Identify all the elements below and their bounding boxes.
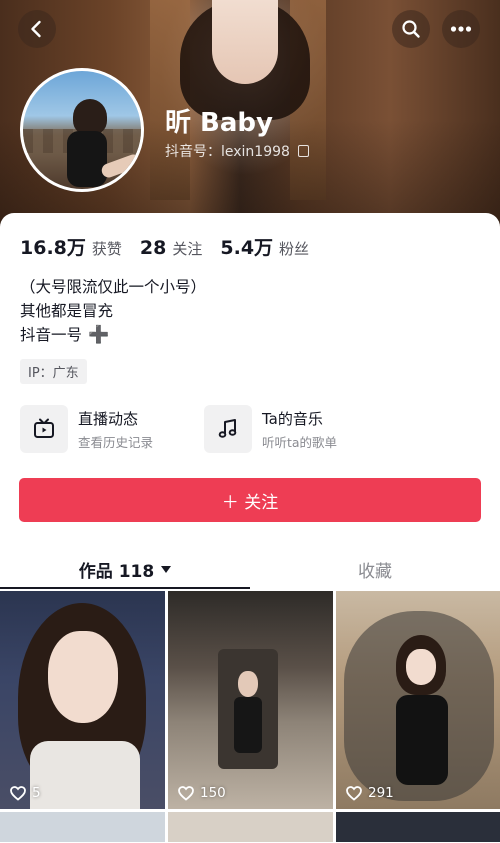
video-thumb-4[interactable] <box>0 812 165 842</box>
tab-active-indicator <box>0 587 250 589</box>
video-thumb-1[interactable]: 5 <box>0 591 165 809</box>
profile-handle[interactable]: 抖音号：lexin1998 <box>165 141 309 161</box>
video-thumb-3[interactable]: 291 <box>336 591 500 809</box>
tab-favorites[interactable]: 收藏 <box>250 548 500 590</box>
video-2-like-count: 150 <box>200 785 226 801</box>
heart-icon <box>10 785 26 801</box>
thumb-1-body <box>30 741 140 809</box>
stat-following-value: 28 <box>139 237 167 259</box>
cover-face <box>212 0 278 84</box>
stat-likes[interactable]: 16.8万 获赞 <box>20 233 122 260</box>
card-live-subtitle: 查看历史记录 <box>78 434 154 450</box>
card-music-icon-box <box>204 405 252 453</box>
follow-button[interactable]: ＋ 关注 <box>19 478 481 522</box>
card-live-history[interactable]: 直播动态 查看历史记录 <box>20 405 204 453</box>
video-3-likes: 291 <box>346 785 394 801</box>
feature-cards: 直播动态 查看历史记录 Ta的音乐 听听ta的歌单 <box>20 405 490 453</box>
avatar[interactable] <box>20 68 144 192</box>
thumb-2-body <box>234 697 262 753</box>
plus-emoji-icon: ➕ <box>88 325 110 345</box>
video-1-likes: 5 <box>10 785 41 801</box>
card-live-text: 直播动态 查看历史记录 <box>78 408 153 451</box>
more-icon <box>450 26 472 32</box>
search-button[interactable] <box>392 10 430 48</box>
search-icon <box>402 20 420 38</box>
card-live-title: 直播动态 <box>78 409 139 428</box>
bio-line-1: （大号限流仅此一个小号） <box>20 278 207 296</box>
stat-following-label: 关注 <box>172 240 203 258</box>
profile-bio: （大号限流仅此一个小号） 其他都是冒充 抖音一号 ➕ <box>20 275 206 347</box>
avatar-head <box>73 99 107 135</box>
bio-line-3-text: 抖音一号 <box>20 326 83 344</box>
video-2-likes: 150 <box>178 785 226 801</box>
card-music-text: Ta的音乐 听听ta的歌单 <box>262 408 337 451</box>
card-music-subtitle: 听听ta的歌单 <box>262 434 338 450</box>
more-button[interactable] <box>442 10 480 48</box>
content-tabs: 作品 118 收藏 <box>0 548 500 590</box>
tab-works[interactable]: 作品 118 <box>0 548 250 590</box>
video-thumb-5[interactable] <box>168 812 333 842</box>
stat-followers-label: 粉丝 <box>279 240 310 258</box>
heart-icon <box>178 785 194 801</box>
bio-line-2: 其他都是冒充 <box>20 302 114 320</box>
tv-icon <box>34 418 54 438</box>
stat-likes-value: 16.8万 <box>20 237 86 259</box>
card-music-title: Ta的音乐 <box>262 409 323 428</box>
thumb-2-face <box>238 671 258 697</box>
ip-tag: IP：广东 <box>20 359 87 384</box>
card-music[interactable]: Ta的音乐 听听ta的歌单 <box>204 405 388 453</box>
heart-icon <box>346 785 362 801</box>
stats-row: 16.8万 获赞 28 关注 5.4万 粉丝 <box>20 233 327 260</box>
chevron-left-icon <box>31 20 41 38</box>
video-thumb-6[interactable] <box>336 812 500 842</box>
stat-followers-value: 5.4万 <box>220 237 274 259</box>
handle-text: 抖音号：lexin1998 <box>165 144 290 160</box>
back-button[interactable] <box>18 10 56 48</box>
caret-down-icon <box>161 565 172 573</box>
video-3-like-count: 291 <box>368 785 394 801</box>
thumb-3-body <box>396 695 448 785</box>
video-1-like-count: 5 <box>32 785 41 801</box>
stat-followers[interactable]: 5.4万 粉丝 <box>220 233 309 260</box>
copy-icon[interactable] <box>297 145 309 157</box>
bio-line-3: 抖音一号 ➕ <box>20 323 206 347</box>
thumb-1-face <box>48 631 118 723</box>
thumb-3-face <box>406 649 436 685</box>
video-thumb-2[interactable]: 150 <box>168 591 333 809</box>
stat-following[interactable]: 28 关注 <box>140 237 202 259</box>
card-live-icon-box <box>20 405 68 453</box>
music-note-icon <box>218 419 237 438</box>
tab-works-label: 作品 118 <box>78 561 155 582</box>
profile-panel: 16.8万 获赞 28 关注 5.4万 粉丝 （大号限流仅此一个小号） 其他都是… <box>0 213 500 843</box>
avatar-dress <box>67 131 107 187</box>
profile-name: 昕 Baby <box>165 108 273 138</box>
stat-likes-label: 获赞 <box>91 240 122 258</box>
